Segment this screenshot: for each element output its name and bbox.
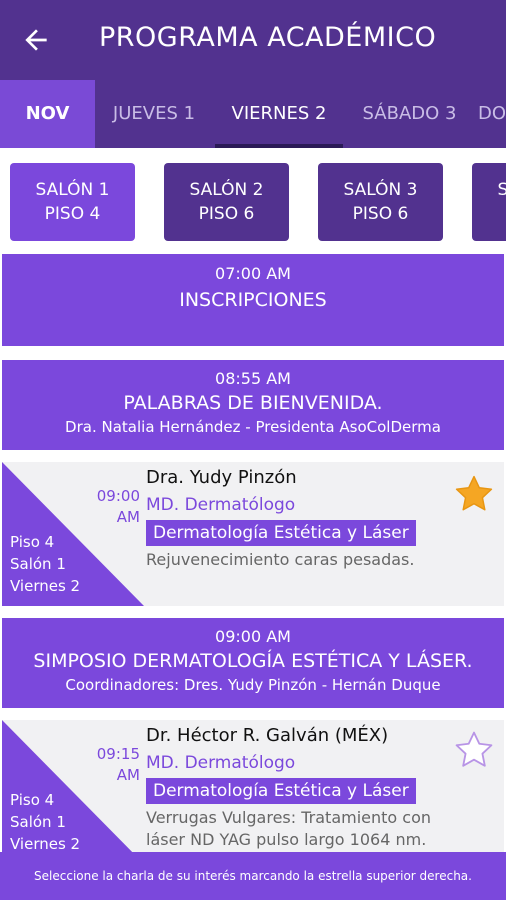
- room-label: SALÓN 3: [343, 180, 418, 200]
- room-button-1[interactable]: SALÓN 1 PISO 4: [10, 163, 135, 241]
- room-label: SALÓN 1: [35, 180, 110, 200]
- room-button-2[interactable]: SALÓN 2 PISO 6: [164, 163, 289, 241]
- tab-domingo[interactable]: DOMINGO 4: [478, 80, 506, 148]
- room-button-3[interactable]: SALÓN 3 PISO 6: [318, 163, 443, 241]
- room-selector: SALÓN 1 PISO 4 SALÓN 2 PISO 6 SALÓN 3 PI…: [0, 148, 506, 254]
- schedule-block-bienvenida: 08:55 AM PALABRAS DE BIENVENIDA. Dra. Na…: [2, 360, 504, 450]
- block-subtitle: Coordinadores: Dres. Yudy Pinzón - Herná…: [65, 676, 441, 694]
- talk-role: MD. Dermatólogo: [146, 495, 296, 515]
- block-time: 07:00 AM: [215, 264, 291, 283]
- location-room: Salón 1: [10, 555, 66, 573]
- talk-speaker: Dra. Yudy Pinzón: [146, 467, 297, 488]
- block-time: 09:00 AM: [215, 627, 291, 646]
- room-floor: PISO 6: [352, 204, 409, 224]
- room-button-4[interactable]: SALÓN 4: [472, 163, 506, 241]
- star-filled-icon[interactable]: [452, 472, 496, 516]
- tab-viernes[interactable]: VIERNES 2: [215, 80, 343, 148]
- arrow-left-icon[interactable]: [20, 24, 52, 56]
- block-subtitle: Dra. Natalia Hernández - Presidenta AsoC…: [65, 418, 441, 436]
- day-tabs: NOV JUEVES 1 VIERNES 2 SÁBADO 3 DOMINGO …: [0, 80, 506, 148]
- talk-time: 09:00 AM: [96, 487, 140, 526]
- talk-role: MD. Dermatólogo: [146, 753, 296, 773]
- talk-description: Verrugas Vulgares: Tratamiento con láser…: [146, 808, 432, 849]
- block-title: PALABRAS DE BIENVENIDA.: [123, 392, 383, 414]
- room-floor: PISO 6: [198, 204, 255, 224]
- talk-speaker: Dr. Héctor R. Galván (MÉX): [146, 725, 389, 746]
- location-floor: Piso 4: [10, 791, 55, 809]
- block-title: INSCRIPCIONES: [179, 289, 327, 311]
- block-time: 08:55 AM: [215, 369, 291, 388]
- talk-card[interactable]: Piso 4 Salón 1 Viernes 2 09:00 AM Dra. Y…: [2, 462, 504, 606]
- page-title: PROGRAMA ACADÉMICO: [99, 22, 437, 53]
- footer-hint: Seleccione la charla de su interés marca…: [0, 852, 506, 900]
- block-title: SIMPOSIO DERMATOLOGÍA ESTÉTICA Y LÁSER.: [33, 650, 473, 672]
- talk-location: Piso 4 Salón 1 Viernes 2: [10, 789, 80, 852]
- schedule-block-simposio: 09:00 AM SIMPOSIO DERMATOLOGÍA ESTÉTICA …: [2, 618, 504, 708]
- talk-time: 09:15 AM: [96, 745, 140, 784]
- star-outline-icon[interactable]: [452, 728, 496, 772]
- room-floor: PISO 4: [44, 204, 101, 224]
- room-label: SALÓN 4: [497, 180, 506, 200]
- talk-description: Rejuvenecimiento caras pesadas.: [146, 550, 415, 569]
- talk-location: Piso 4 Salón 1 Viernes 2: [10, 531, 80, 597]
- schedule-block-inscripciones: 07:00 AM INSCRIPCIONES: [2, 254, 504, 346]
- talk-card[interactable]: Piso 4 Salón 1 Viernes 2 09:15 AM Dr. Hé…: [2, 720, 504, 852]
- app-bar: PROGRAMA ACADÉMICO: [0, 0, 506, 80]
- location-day: Viernes 2: [10, 577, 81, 595]
- tab-month[interactable]: NOV: [0, 80, 95, 148]
- talk-topic: Dermatología Estética y Láser: [146, 520, 416, 546]
- tab-jueves[interactable]: JUEVES 1: [104, 80, 204, 148]
- talk-topic: Dermatología Estética y Láser: [146, 778, 416, 804]
- location-day: Viernes 2: [10, 835, 81, 852]
- tab-sabado[interactable]: SÁBADO 3: [352, 80, 467, 148]
- room-label: SALÓN 2: [189, 180, 264, 200]
- location-floor: Piso 4: [10, 533, 55, 551]
- location-room: Salón 1: [10, 813, 66, 831]
